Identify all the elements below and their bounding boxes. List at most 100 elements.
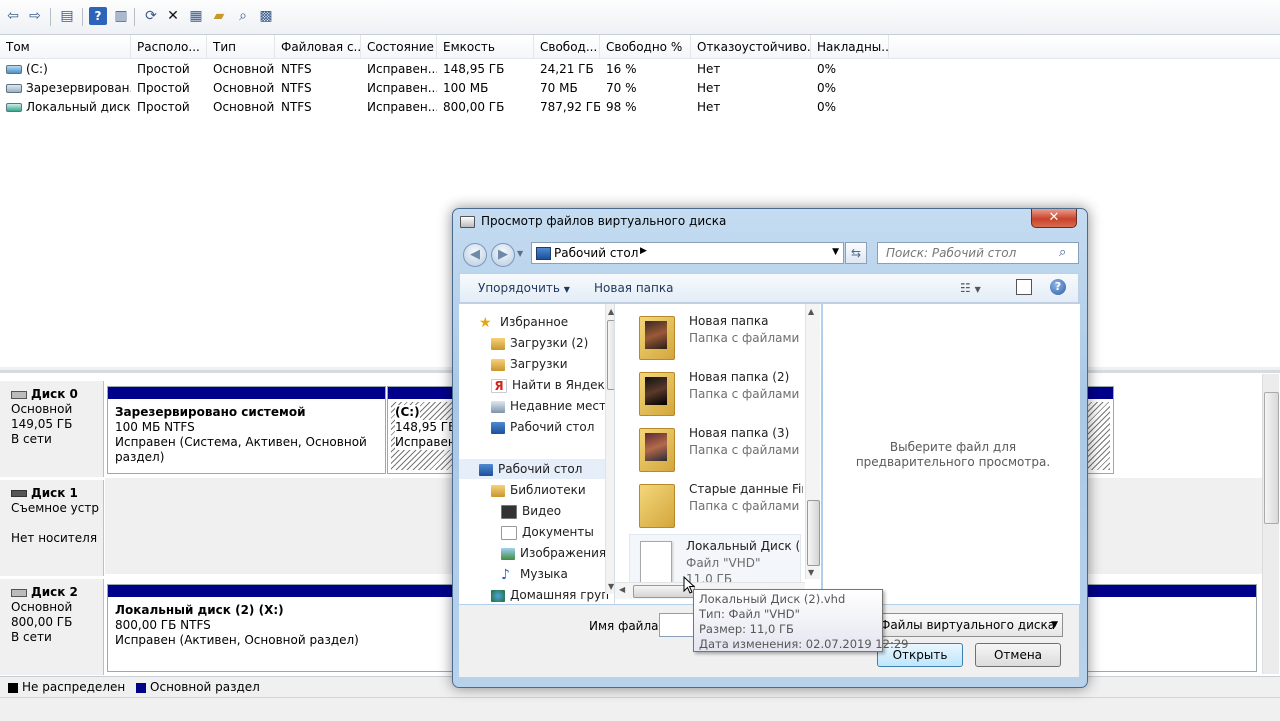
panel-icon[interactable]: ▤ [58, 7, 76, 25]
nav-downloads-2[interactable]: Загрузки (2) [491, 333, 588, 353]
dialog-icon [460, 216, 475, 228]
help-icon[interactable]: ? [89, 7, 107, 25]
list-item[interactable]: Новая папка (3) Папка с файлами [633, 422, 813, 478]
file-desc: Папка с файлами [689, 387, 800, 401]
column-header-filesystem[interactable]: Файловая с... [275, 35, 361, 59]
disk-size: 800,00 ГБ [11, 615, 73, 629]
scrollbar-thumb[interactable] [607, 320, 614, 390]
column-header-volume[interactable]: Том [0, 35, 131, 59]
properties-icon[interactable]: ▦ [187, 7, 205, 25]
back-button[interactable]: ◀ [463, 243, 487, 267]
column-header-status[interactable]: Состояние [361, 35, 437, 59]
settings-icon[interactable]: ▩ [257, 7, 275, 25]
libraries-icon [491, 484, 505, 497]
tooltip-filename: Локальный Диск (2).vhd [699, 592, 846, 606]
column-header-overhead[interactable]: Накладны... [811, 35, 889, 59]
search-icon[interactable]: ⌕ [1059, 245, 1066, 260]
nav-recent[interactable]: Недавние места [491, 396, 613, 416]
open-icon[interactable]: ▰ [210, 7, 228, 25]
volume-free: 787,92 ГБ [540, 100, 600, 114]
refresh-icon: ⇆ [850, 246, 862, 260]
nav-label: Документы [522, 525, 594, 539]
table-row[interactable]: Локальный диск ... Простой Основной NTFS… [0, 98, 900, 117]
file-list-scrollbar[interactable]: ▲ ▼ [805, 304, 820, 579]
preview-pane-icon[interactable] [1016, 279, 1032, 295]
volume-fs: NTFS [281, 100, 312, 114]
filetype-select[interactable]: Файлы виртуального диска ▼ [875, 613, 1063, 637]
nav-desktop-favorite[interactable]: Рабочий стол [491, 417, 594, 437]
column-header-type[interactable]: Тип [207, 35, 275, 59]
file-name: Новая папка [689, 314, 769, 328]
nav-libraries[interactable]: Библиотеки [491, 480, 586, 500]
close-button[interactable]: ✕ [1031, 209, 1077, 228]
column-header-free-percent[interactable]: Свободно % [600, 35, 691, 59]
column-header-free[interactable]: Свобод... [534, 35, 600, 59]
scroll-down-icon[interactable]: ▼ [808, 568, 814, 577]
nav-yandex[interactable]: Я Найти в Яндексе [491, 375, 614, 395]
recent-pages-chevron-icon[interactable]: ▼ [517, 249, 523, 258]
forward-arrow-icon[interactable]: ⇨ [26, 7, 44, 25]
address-dropdown-icon[interactable]: ▼ [832, 247, 839, 257]
nav-homegroup[interactable]: Домашняя груп [491, 585, 609, 604]
tooltip-type: Тип: Файл "VHD" [699, 607, 800, 621]
disk-area-scrollbar[interactable] [1262, 374, 1279, 674]
help-icon[interactable]: ? [1050, 279, 1066, 295]
forward-button[interactable]: ▶ [491, 243, 515, 267]
column-header-layout[interactable]: Располо... [131, 35, 207, 59]
volume-overhead: 0% [817, 62, 837, 76]
drive-icon [6, 103, 22, 112]
refresh-icon[interactable]: ⟳ [142, 7, 160, 25]
nav-images[interactable]: Изображения [501, 543, 606, 563]
column-header-capacity[interactable]: Емкость [437, 35, 534, 59]
search-icon[interactable]: ⌕ [234, 7, 252, 25]
volume-fault: Нет [697, 62, 721, 76]
nav-downloads[interactable]: Загрузки [491, 354, 568, 374]
scroll-up-icon[interactable]: ▲ [608, 307, 614, 316]
disk-0-label[interactable]: Диск 0 Основной 149,05 ГБ В сети [0, 381, 104, 477]
address-bar[interactable]: Рабочий стол ▶ ▼ [531, 242, 844, 264]
refresh-button[interactable]: ⇆ [845, 242, 867, 264]
scroll-down-icon[interactable]: ▼ [608, 582, 614, 591]
scroll-up-icon[interactable]: ▲ [808, 307, 814, 316]
nav-label: Рабочий стол [498, 462, 583, 476]
list-item[interactable]: Старые данные Firefox Папка с файлами [633, 478, 803, 534]
cancel-button[interactable]: Отмена [975, 643, 1061, 667]
nav-scrollbar[interactable]: ▲ ▼ [605, 304, 614, 594]
disk-name: Диск 2 [31, 585, 78, 599]
list-item[interactable]: Новая папка (2) Папка с файлами [633, 366, 813, 422]
partition-system-reserved[interactable]: Зарезервировано системой 100 МБ NTFS Исп… [107, 386, 386, 474]
panel2-icon[interactable]: ▥ [112, 7, 130, 25]
delete-icon[interactable]: ✕ [164, 7, 182, 25]
nav-desktop[interactable]: Рабочий стол [459, 459, 605, 479]
list-item[interactable]: Новая папка Папка с файлами [633, 310, 813, 366]
nav-favorites[interactable]: ★ Избранное [479, 312, 568, 332]
disk-1-label[interactable]: Диск 1 Съемное устрой Нет носителя [0, 480, 104, 576]
table-row[interactable]: (C:) Простой Основной NTFS Исправен... 1… [0, 60, 900, 79]
nav-documents[interactable]: Документы [501, 522, 594, 542]
volume-free-percent: 16 % [606, 62, 637, 76]
nav-music[interactable]: ♪ Музыка [501, 564, 568, 584]
view-options-icon[interactable]: ☷ ▼ [960, 281, 981, 295]
recent-places-icon [491, 400, 505, 413]
breadcrumb-arrow-icon[interactable]: ▶ [640, 246, 647, 256]
volume-type: Основной [213, 62, 275, 76]
search-input[interactable]: Поиск: Рабочий стол [877, 242, 1079, 264]
volume-free: 70 МБ [540, 81, 578, 95]
volume-layout: Простой [137, 62, 190, 76]
scrollbar-thumb[interactable] [1264, 392, 1279, 524]
volume-name: (C:) [0, 60, 131, 79]
table-row[interactable]: Зарезервирован... Простой Основной NTFS … [0, 79, 900, 98]
scroll-left-icon[interactable]: ◀ [619, 585, 625, 594]
volume-capacity: 100 МБ [443, 81, 489, 95]
organize-button[interactable]: Упорядочить ▼ [478, 281, 570, 295]
column-header-fault-tolerance[interactable]: Отказоустойчиво... [691, 35, 811, 59]
preview-message: Выберите файл для предварительного просм… [855, 440, 1051, 469]
scrollbar-thumb[interactable] [807, 500, 820, 566]
back-arrow-icon[interactable]: ⇦ [4, 7, 22, 25]
disk-2-label[interactable]: Диск 2 Основной 800,00 ГБ В сети [0, 579, 104, 675]
volume-overhead: 0% [817, 81, 837, 95]
disk-status: В сети [11, 630, 52, 644]
nav-label: Музыка [520, 567, 568, 581]
new-folder-button[interactable]: Новая папка [594, 281, 673, 295]
nav-video[interactable]: Видео [501, 501, 561, 521]
